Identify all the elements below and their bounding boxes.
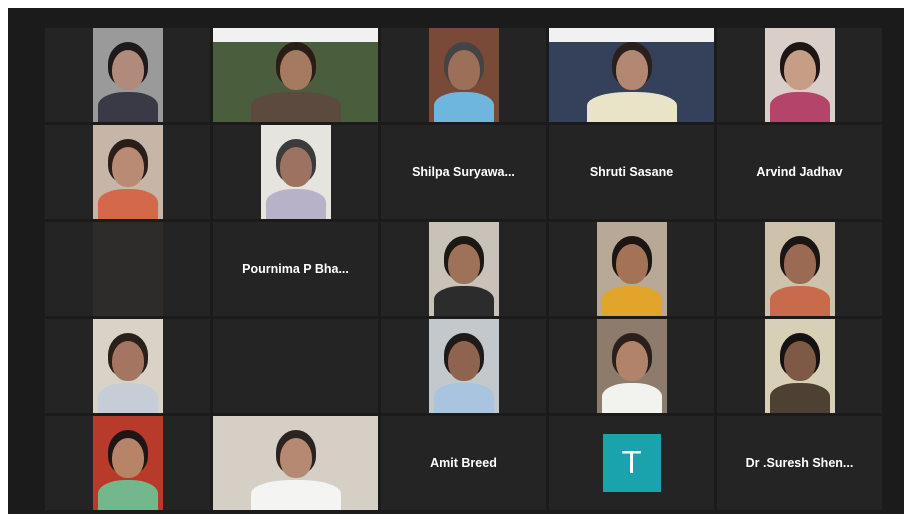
participant-face	[447, 50, 480, 90]
participant-shirt	[601, 286, 662, 316]
participant-shirt	[250, 92, 341, 122]
participant-face	[111, 147, 144, 187]
participant-shirt	[769, 286, 830, 316]
participant-shirt	[97, 189, 158, 219]
participant-shirt	[97, 92, 158, 122]
participant-shirt	[769, 92, 830, 122]
participant-shirt	[433, 383, 494, 413]
participant-figure	[549, 28, 714, 122]
participant-shirt	[433, 92, 494, 122]
participant-figure	[429, 28, 499, 122]
participant-face	[111, 341, 144, 381]
participant-shirt	[250, 480, 341, 510]
participant-face	[783, 244, 816, 284]
participant-figure	[429, 222, 499, 316]
participant-tile[interactable]	[45, 125, 210, 219]
participant-video	[92, 222, 163, 316]
participant-tile[interactable]: Arvind Jadhav	[717, 125, 882, 219]
participant-tile[interactable]	[45, 222, 210, 316]
participant-face	[279, 438, 312, 478]
participant-shirt	[586, 92, 677, 122]
participant-figure	[93, 125, 163, 219]
participant-video	[260, 125, 331, 219]
participant-figure	[765, 222, 835, 316]
participant-shirt	[97, 480, 158, 510]
participant-tile[interactable]	[549, 28, 714, 122]
participant-name: Shilpa Suryawa...	[412, 165, 515, 179]
participant-tile[interactable]	[381, 319, 546, 413]
participant-tile[interactable]: Shruti Sasane	[549, 125, 714, 219]
participant-shirt	[769, 383, 830, 413]
participant-tile[interactable]	[717, 319, 882, 413]
participant-tile[interactable]	[717, 222, 882, 316]
participant-tile[interactable]: T	[549, 416, 714, 510]
participant-gallery: Shilpa Suryawa... Shruti Sasane Arvind Jad…	[45, 28, 882, 510]
participant-tile[interactable]	[549, 319, 714, 413]
participant-tile[interactable]: Shilpa Suryawa...	[381, 125, 546, 219]
participant-face	[783, 50, 816, 90]
participant-figure	[261, 125, 331, 219]
participant-figure	[597, 319, 667, 413]
participant-face	[615, 50, 648, 90]
participant-tile[interactable]	[381, 222, 546, 316]
participant-shirt	[601, 383, 662, 413]
participant-video	[764, 222, 835, 316]
participant-shirt	[97, 383, 158, 413]
participant-name: Pournima P Bha...	[242, 262, 349, 276]
participant-tile[interactable]	[213, 319, 378, 413]
participant-tile[interactable]	[45, 28, 210, 122]
participant-video	[213, 28, 378, 122]
participant-face	[447, 244, 480, 284]
participant-video	[92, 125, 163, 219]
participant-video	[92, 319, 163, 413]
participant-face	[447, 341, 480, 381]
participant-shirt	[433, 286, 494, 316]
participant-video	[428, 28, 499, 122]
participant-tile[interactable]	[213, 416, 378, 510]
participant-figure	[93, 416, 163, 510]
participant-video	[92, 28, 163, 122]
participant-tile[interactable]	[717, 28, 882, 122]
meeting-window: Shilpa Suryawa... Shruti Sasane Arvind Jad…	[8, 8, 904, 514]
participant-tile[interactable]: Dr .Suresh Shen...	[717, 416, 882, 510]
participant-video	[596, 319, 667, 413]
participant-tile[interactable]	[213, 28, 378, 122]
participant-tile[interactable]: Amit Breed	[381, 416, 546, 510]
participant-tile[interactable]	[45, 319, 210, 413]
participant-video	[92, 416, 163, 510]
participant-figure	[429, 319, 499, 413]
participant-face	[783, 341, 816, 381]
participant-figure	[213, 28, 378, 122]
participant-face	[111, 438, 144, 478]
participant-figure	[213, 416, 378, 510]
participant-name: Amit Breed	[430, 456, 497, 470]
participant-face	[279, 50, 312, 90]
participant-tile[interactable]	[213, 125, 378, 219]
participant-tile[interactable]: Pournima P Bha...	[213, 222, 378, 316]
participant-name: Shruti Sasane	[589, 165, 674, 179]
participant-face	[615, 244, 648, 284]
participant-figure	[93, 319, 163, 413]
participant-face	[279, 147, 312, 187]
participant-video	[596, 222, 667, 316]
participant-figure	[765, 319, 835, 413]
participant-avatar: T	[602, 434, 661, 492]
participant-video	[428, 319, 499, 413]
participant-video	[549, 28, 714, 122]
participant-tile[interactable]	[45, 416, 210, 510]
participant-shirt	[265, 189, 326, 219]
participant-face	[615, 341, 648, 381]
participant-tile[interactable]	[549, 222, 714, 316]
participant-name: Arvind Jadhav	[756, 165, 843, 179]
participant-figure	[93, 28, 163, 122]
participant-video	[764, 28, 835, 122]
participant-figure	[597, 222, 667, 316]
participant-name: Dr .Suresh Shen...	[745, 456, 854, 470]
participant-video	[428, 222, 499, 316]
participant-figure	[765, 28, 835, 122]
participant-video	[213, 416, 378, 510]
participant-tile[interactable]	[381, 28, 546, 122]
participant-video	[764, 319, 835, 413]
participant-face	[111, 50, 144, 90]
